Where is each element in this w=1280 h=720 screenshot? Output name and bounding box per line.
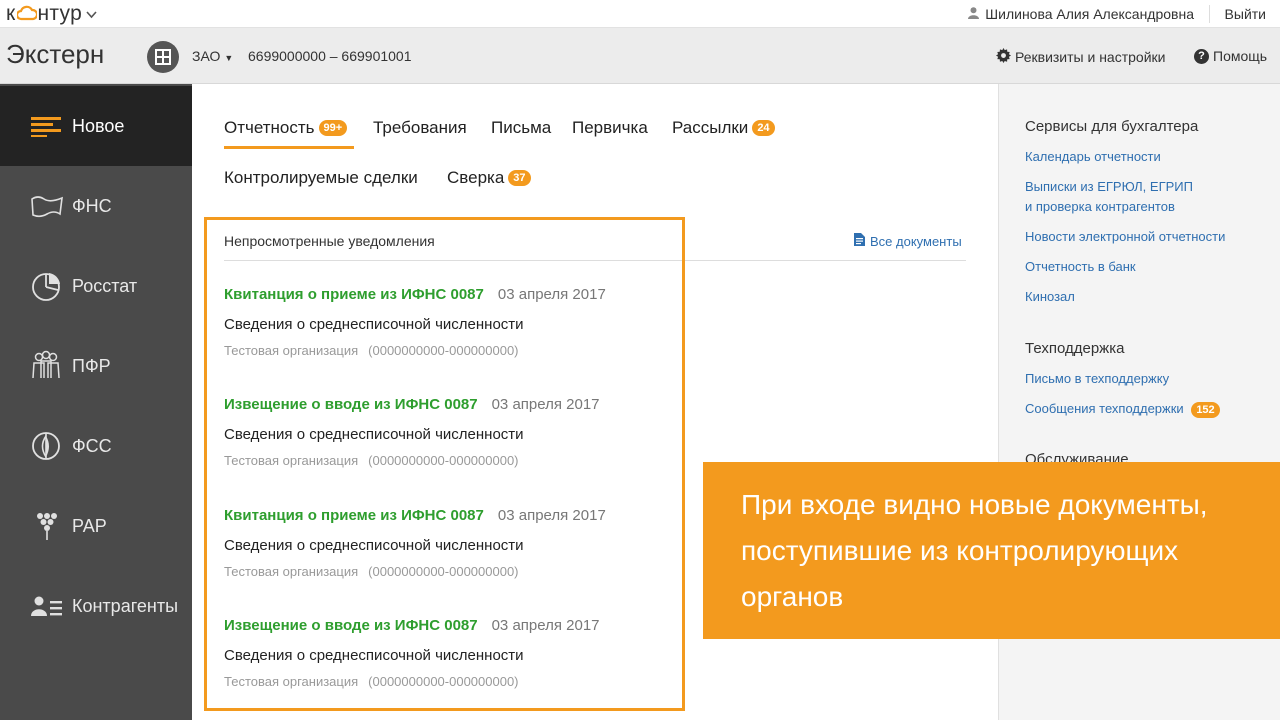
question-icon: ? bbox=[1194, 48, 1209, 64]
logo-text-start: к bbox=[6, 2, 16, 25]
kontur-logo[interactable]: к нтур bbox=[6, 2, 97, 26]
all-documents-link[interactable]: Все документы bbox=[854, 233, 962, 249]
link-support-letter[interactable]: Письмо в техподдержку bbox=[1025, 369, 1169, 389]
sidebar-item-contractors[interactable]: Контрагенты bbox=[0, 566, 192, 646]
map-icon bbox=[30, 190, 64, 222]
services-heading: Сервисы для бухгалтера bbox=[1025, 118, 1199, 135]
gear-icon bbox=[996, 48, 1011, 66]
tab-label: Требования bbox=[373, 118, 467, 137]
count-badge: 24 bbox=[752, 120, 775, 136]
people-icon bbox=[30, 350, 64, 382]
sidebar-item-label: РАР bbox=[72, 516, 107, 536]
settings-label: Реквизиты и настройки bbox=[1015, 49, 1166, 65]
count-badge: 152 bbox=[1191, 402, 1220, 418]
sidebar-item-label: ПФР bbox=[72, 356, 111, 376]
org-type-dropdown[interactable]: ЗАО ▼ bbox=[192, 48, 233, 64]
tab-label: Сверка bbox=[447, 168, 505, 187]
contacts-icon bbox=[30, 590, 64, 622]
sidebar-item-fss[interactable]: ФСС bbox=[0, 406, 192, 486]
cloud-logo-icon bbox=[15, 5, 38, 23]
count-badge: 37 bbox=[508, 170, 531, 186]
tab-reconciliation[interactable]: Сверка 37 bbox=[447, 168, 531, 188]
link-reporting-calendar[interactable]: Календарь отчетности bbox=[1025, 147, 1161, 167]
tab-label: Контролируемые сделки bbox=[224, 168, 418, 187]
organization-icon[interactable] bbox=[147, 41, 179, 73]
count-badge: 99+ bbox=[318, 120, 348, 136]
help-label: Помощь bbox=[1213, 48, 1268, 64]
sidebar-item-rar[interactable]: РАР bbox=[0, 486, 192, 566]
org-type-label: ЗАО bbox=[192, 48, 221, 64]
callout-text: При входе видно новые документы, поступи… bbox=[741, 489, 1208, 612]
logout-link[interactable]: Выйти bbox=[1225, 6, 1266, 22]
sidebar-item-label: Росстат bbox=[72, 276, 138, 296]
tab-primary-docs[interactable]: Первичка bbox=[572, 118, 648, 138]
tab-controlled-deals[interactable]: Контролируемые сделки bbox=[224, 168, 418, 188]
pie-chart-icon bbox=[30, 270, 64, 302]
tab-label: Отчетность bbox=[224, 118, 315, 137]
tab-letters[interactable]: Письма bbox=[491, 118, 551, 138]
tab-requirements[interactable]: Требования bbox=[373, 118, 467, 138]
list-lines-icon bbox=[30, 110, 64, 142]
logo-text-end: нтур bbox=[37, 2, 83, 25]
chevron-down-icon[interactable] bbox=[86, 7, 97, 22]
sidebar-item-new[interactable]: Новое bbox=[0, 86, 192, 166]
tab-reporting[interactable]: Отчетность 99+ bbox=[224, 118, 348, 138]
tab-label: Письма bbox=[491, 118, 552, 137]
link-counterparty-check[interactable]: и проверка контрагентов bbox=[1025, 197, 1175, 217]
help-link[interactable]: ? Помощь bbox=[1194, 48, 1267, 64]
sidebar-item-rosstat[interactable]: Росстат bbox=[0, 246, 192, 326]
sidebar-item-label: Контрагенты bbox=[72, 596, 179, 616]
document-icon bbox=[854, 233, 865, 249]
org-inn-kpp: 6699000000 – 669901001 bbox=[248, 48, 412, 64]
link-reporting-news[interactable]: Новости электронной отчетности bbox=[1025, 227, 1225, 247]
app-title[interactable]: Экстерн bbox=[6, 39, 104, 70]
tab-label: Первичка bbox=[572, 118, 648, 137]
sidebar: Новое ФНС Росстат ПФР ФСС РАР Контрагент… bbox=[0, 84, 192, 720]
sidebar-item-label: ФСС bbox=[72, 436, 112, 456]
settings-link[interactable]: Реквизиты и настройки bbox=[996, 48, 1165, 66]
highlight-frame bbox=[204, 217, 685, 711]
sidebar-item-fns[interactable]: ФНС bbox=[0, 166, 192, 246]
callout-banner: При входе видно новые документы, поступи… bbox=[703, 462, 1280, 639]
active-tab-indicator bbox=[224, 146, 354, 149]
divider bbox=[1209, 5, 1210, 23]
all-documents-label: Все документы bbox=[870, 233, 962, 249]
sidebar-item-label: ФНС bbox=[72, 196, 112, 216]
tab-label: Рассылки bbox=[672, 118, 749, 137]
link-bank-reporting[interactable]: Отчетность в банк bbox=[1025, 257, 1136, 277]
caret-down-icon: ▼ bbox=[224, 53, 234, 63]
grapes-icon bbox=[30, 510, 64, 542]
app-header: Экстерн ЗАО ▼ 6699000000 – 669901001 Рекв… bbox=[0, 28, 1280, 84]
sidebar-item-label: Новое bbox=[72, 116, 125, 136]
user-icon bbox=[968, 6, 980, 22]
tab-mailings[interactable]: Рассылки 24 bbox=[672, 118, 775, 138]
shield-icon bbox=[30, 430, 64, 462]
link-support-messages[interactable]: Сообщения техподдержки 152 bbox=[1025, 399, 1220, 419]
support-heading: Техподдержка bbox=[1025, 340, 1125, 357]
support-messages-label: Сообщения техподдержки bbox=[1025, 401, 1184, 416]
user-menu[interactable]: Шилинова Алия Александровна bbox=[968, 6, 1194, 22]
link-cinema[interactable]: Кинозал bbox=[1025, 287, 1075, 307]
link-egrul-extracts[interactable]: Выписки из ЕГРЮЛ, ЕГРИП bbox=[1025, 177, 1193, 197]
top-bar: к нтур Шилинова Алия Александровна Выйти bbox=[0, 0, 1280, 28]
sidebar-item-pfr[interactable]: ПФР bbox=[0, 326, 192, 406]
user-name: Шилинова Алия Александровна bbox=[985, 6, 1194, 22]
